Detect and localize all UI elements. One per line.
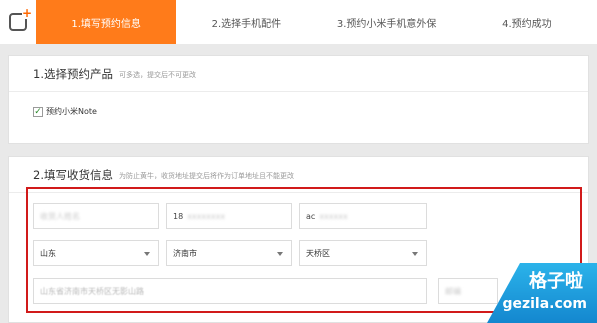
step-4: 4.预约成功 bbox=[502, 18, 552, 30]
section-title: 1.选择预约产品 bbox=[33, 66, 113, 81]
select-product-section: 1.选择预约产品 可多选，提交后不可更改 ✓ 预约小米Note bbox=[8, 55, 589, 144]
steps: 1.填写预约信息 2.选择手机配件 3.预约小米手机意外保 4.预约成功 bbox=[36, 0, 597, 44]
step-3: 3.预约小米手机意外保 bbox=[336, 18, 437, 30]
watermark-logo: 格子啦 gezila.com bbox=[487, 263, 597, 323]
add-icon bbox=[9, 7, 32, 31]
steps-bar: 1.填写预约信息 2.选择手机配件 3.预约小米手机意外保 4.预约成功 bbox=[0, 0, 597, 44]
product-label: 预约小米Note bbox=[46, 107, 97, 116]
section-hint: 为防止黄牛，收货地址提交后将作为订单地址且不能更改 bbox=[118, 171, 294, 180]
section-hint: 可多选，提交后不可更改 bbox=[118, 70, 196, 79]
section-title: 2.填写收货信息 bbox=[33, 167, 113, 182]
step-2: 2.选择手机配件 bbox=[211, 18, 282, 30]
product-checkbox[interactable]: ✓ bbox=[33, 106, 43, 117]
logo[interactable] bbox=[0, 0, 36, 44]
watermark-cn: 格子啦 bbox=[529, 271, 583, 292]
watermark-en: gezila.com bbox=[502, 296, 587, 312]
section-header: 1.选择预约产品 可多选，提交后不可更改 bbox=[9, 56, 588, 92]
product-option[interactable]: ✓ 预约小米Note bbox=[33, 106, 97, 117]
step-1: 1.填写预约信息 bbox=[36, 0, 177, 44]
